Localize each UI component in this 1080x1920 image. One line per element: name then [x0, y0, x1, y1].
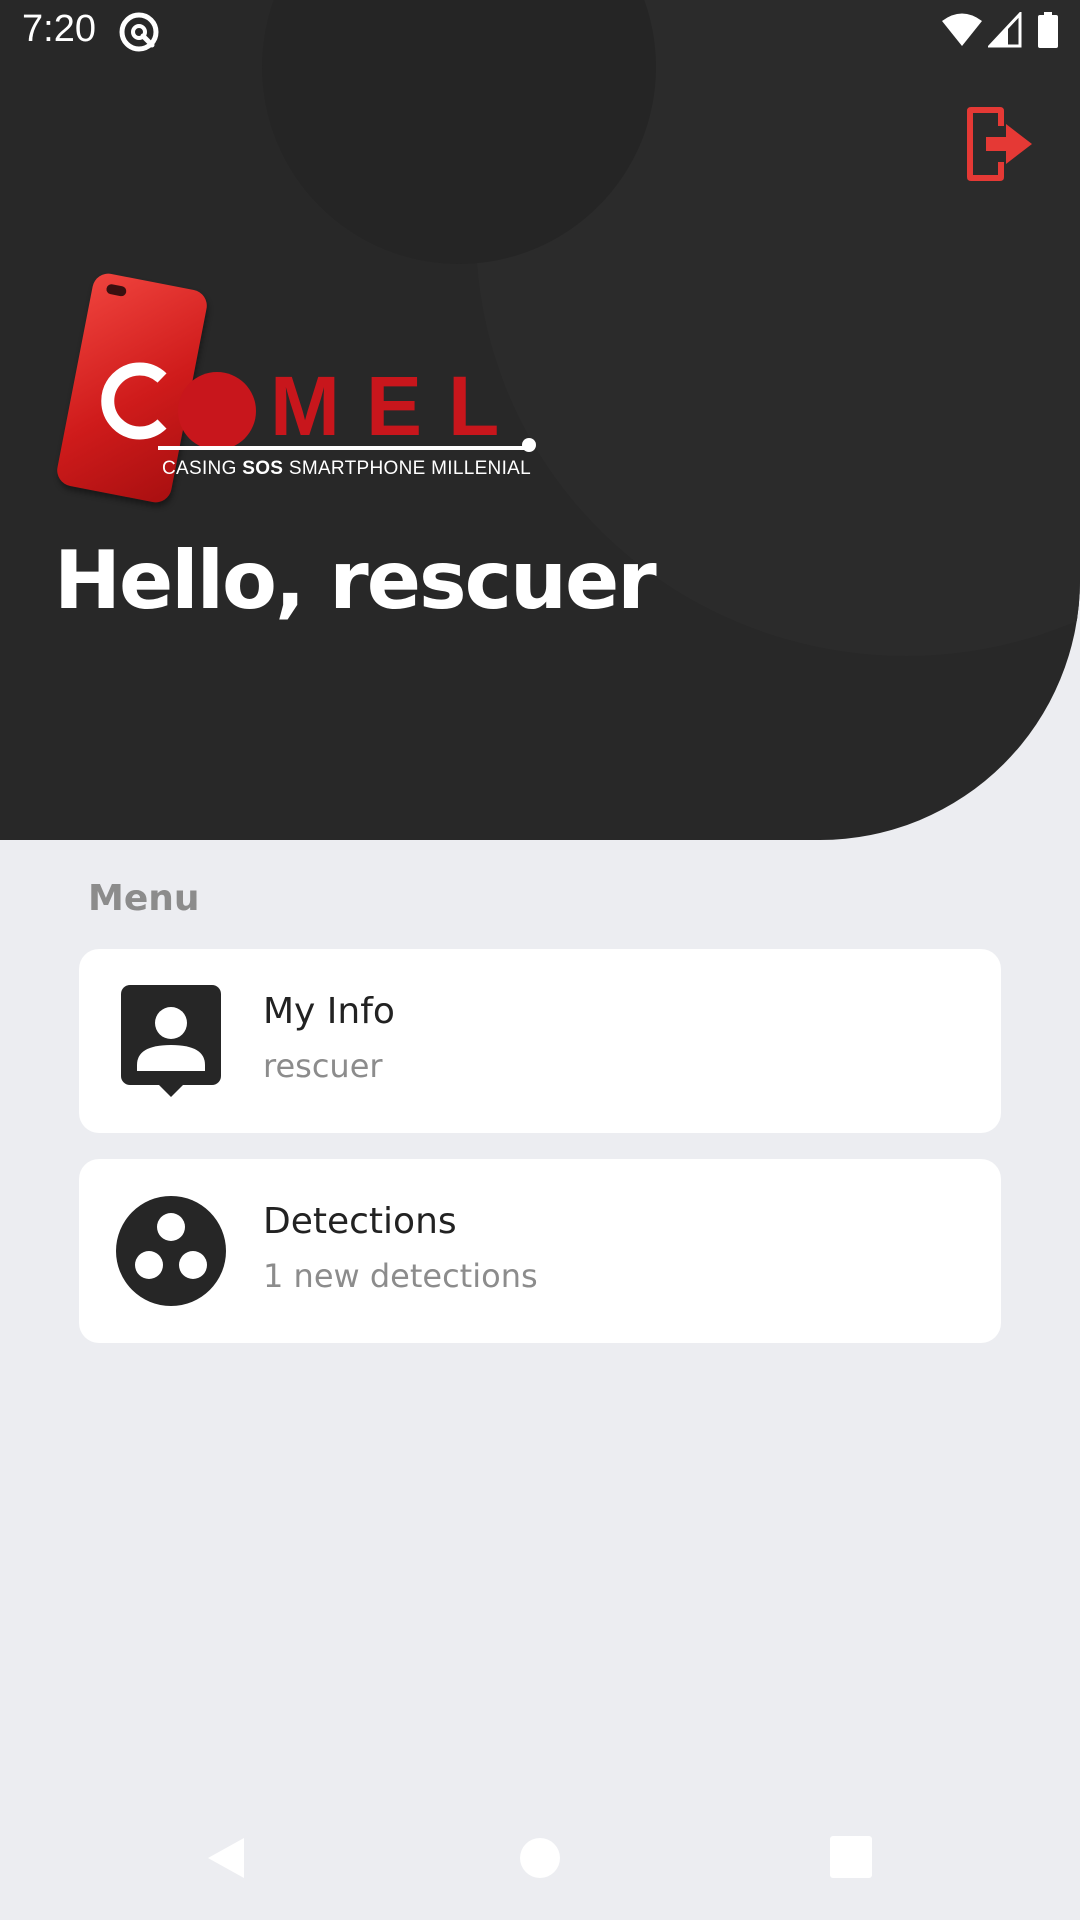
user-badge-icon [121, 985, 221, 1097]
my-info-subtitle: rescuer [263, 1047, 383, 1085]
system-nav-bar [0, 1800, 1080, 1920]
home-icon[interactable] [520, 1838, 560, 1878]
comel-logo: MEL CASING SOS SMARTPHONE MILLENIAL [50, 270, 550, 512]
greeting-heading: Hello, rescuer [54, 534, 657, 627]
my-info-card[interactable]: My Info rescuer [79, 949, 1001, 1133]
home-screen: 7:20 MEL CASING SOS SMARTPHONE MILLENIAL… [0, 0, 1080, 1920]
battery-icon [1038, 12, 1058, 48]
detections-card[interactable]: Detections 1 new detections [79, 1159, 1001, 1343]
detections-dots-icon [116, 1196, 226, 1306]
wifi-icon [942, 13, 982, 46]
logo-letter-o [178, 372, 256, 450]
status-bar: 7:20 [0, 0, 1080, 64]
detections-subtitle: 1 new detections [263, 1257, 538, 1295]
menu-section-title: Menu [88, 878, 200, 919]
logo-brand-letters: MEL [270, 359, 526, 453]
logo-letter-c [101, 362, 167, 440]
app-notification-icon [119, 12, 159, 52]
cell-signal-icon [988, 12, 1022, 48]
detections-title: Detections [263, 1201, 457, 1242]
back-icon[interactable] [204, 1834, 248, 1882]
logo-tagline: CASING SOS SMARTPHONE MILLENIAL [162, 458, 531, 479]
status-time: 7:20 [22, 8, 96, 50]
recents-icon[interactable] [830, 1836, 872, 1878]
logout-icon [967, 107, 1032, 181]
my-info-title: My Info [263, 991, 395, 1032]
logout-button[interactable] [960, 100, 1040, 188]
